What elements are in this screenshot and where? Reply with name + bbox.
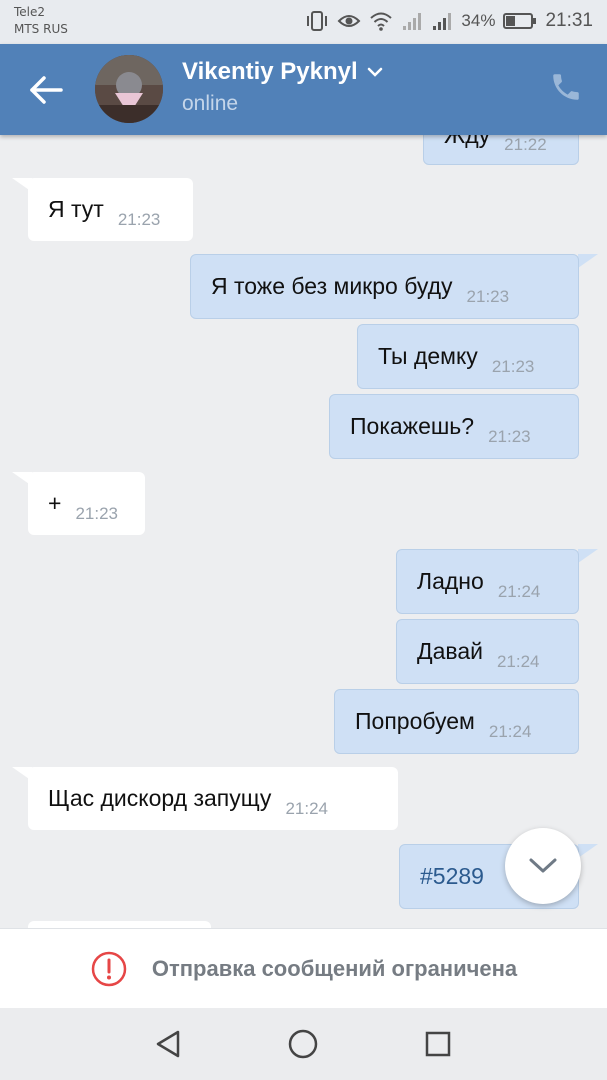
- message-text: Ты демку: [378, 343, 478, 369]
- scroll-to-bottom-button[interactable]: [505, 828, 581, 904]
- message-text: Попробуем: [355, 708, 475, 734]
- message-time: 21:23: [488, 426, 531, 446]
- contact-status: online: [182, 92, 239, 115]
- chat-header: Vikentiy Pyknyl online: [0, 44, 607, 135]
- call-button[interactable]: [549, 70, 583, 104]
- carrier-label-1: Tele2: [14, 5, 46, 19]
- message-time: 21:24: [285, 798, 328, 818]
- messaging-restricted-banner: Отправка сообщений ограничена: [0, 928, 607, 1008]
- battery-percent: 34%: [461, 11, 496, 30]
- message-text: Я тут: [48, 196, 104, 222]
- status-bar: Tele2 MTS RUS 34% 21:31: [0, 0, 607, 44]
- nav-back-button[interactable]: [150, 1026, 186, 1062]
- status-icons: 34% 21:31: [305, 8, 593, 34]
- bubble-tail: [578, 844, 598, 858]
- message-outgoing[interactable]: Ладно 21:24: [396, 549, 579, 614]
- contact-name-dropdown[interactable]: Vikentiy Pyknyl: [182, 58, 384, 86]
- phone-icon: [553, 74, 579, 100]
- avatar[interactable]: [95, 55, 163, 123]
- circle-home-icon: [288, 1029, 318, 1059]
- message-text: Давай: [417, 638, 483, 664]
- status-clock: 21:31: [545, 10, 593, 31]
- message-time: 21:24: [497, 581, 541, 601]
- message-outgoing[interactable]: Попробуем 21:24: [334, 689, 579, 754]
- wifi-icon: [370, 12, 393, 31]
- message-outgoing[interactable]: Ты демку 21:23: [357, 324, 579, 389]
- signal-strong-icon: [433, 13, 452, 30]
- message-text: Щас дискорд запущу: [48, 785, 272, 811]
- message-time: 21:23: [491, 356, 535, 376]
- eye-icon: [338, 15, 361, 27]
- message-time: 21:23: [466, 286, 510, 306]
- message-incoming[interactable]: Щас дискорд запущу 21:24: [28, 767, 398, 830]
- message-outgoing[interactable]: Покажешь? 21:23: [329, 394, 579, 459]
- exclamation-circle-icon: [91, 951, 127, 986]
- message-text: Я тоже без микро буду: [211, 273, 453, 299]
- triangle-back-icon: [156, 1030, 180, 1058]
- message-outgoing[interactable]: Давай 21:24: [396, 619, 579, 684]
- message-text: Жду: [444, 135, 490, 149]
- message-link-text[interactable]: #5289: [420, 863, 484, 890]
- message-time: 21:24: [488, 721, 532, 741]
- message-incoming[interactable]: [28, 921, 211, 928]
- chevron-down-icon: [367, 67, 382, 77]
- message-time: 21:23: [117, 209, 161, 229]
- message-text: +: [48, 490, 62, 516]
- avatar-image: [95, 55, 163, 123]
- bubble-tail: [578, 549, 598, 563]
- message-incoming[interactable]: Я тут 21:23: [28, 178, 193, 241]
- message-time: 21:23: [75, 503, 118, 523]
- square-recents-icon: [425, 1031, 451, 1057]
- contact-name: Vikentiy Pyknyl: [182, 58, 358, 85]
- bubble-tail: [578, 254, 598, 268]
- message-list[interactable]: Жду 21:22 Я тут 21:23 Я тоже без микро б…: [0, 135, 607, 928]
- message-text: Покажешь?: [350, 413, 475, 439]
- back-button[interactable]: [26, 70, 66, 110]
- nav-home-button[interactable]: [285, 1026, 321, 1062]
- message-outgoing[interactable]: Жду 21:22: [423, 135, 579, 165]
- message-time: 21:24: [496, 651, 540, 671]
- message-time: 21:22: [504, 135, 547, 154]
- restricted-text: Отправка сообщений ограничена: [151, 955, 518, 981]
- back-arrow-icon: [30, 76, 63, 104]
- vibrate-icon: [307, 11, 328, 31]
- carrier-label-2: MTS RUS: [14, 22, 68, 36]
- message-incoming[interactable]: + 21:23: [28, 472, 145, 535]
- battery-icon: [503, 13, 537, 29]
- nav-recents-button[interactable]: [420, 1026, 456, 1062]
- signal-weak-icon: [403, 13, 422, 30]
- chevron-down-icon: [529, 858, 557, 873]
- system-nav-bar: [0, 1008, 607, 1080]
- message-text: Ладно: [417, 568, 484, 594]
- message-outgoing[interactable]: Я тоже без микро буду 21:23: [190, 254, 579, 319]
